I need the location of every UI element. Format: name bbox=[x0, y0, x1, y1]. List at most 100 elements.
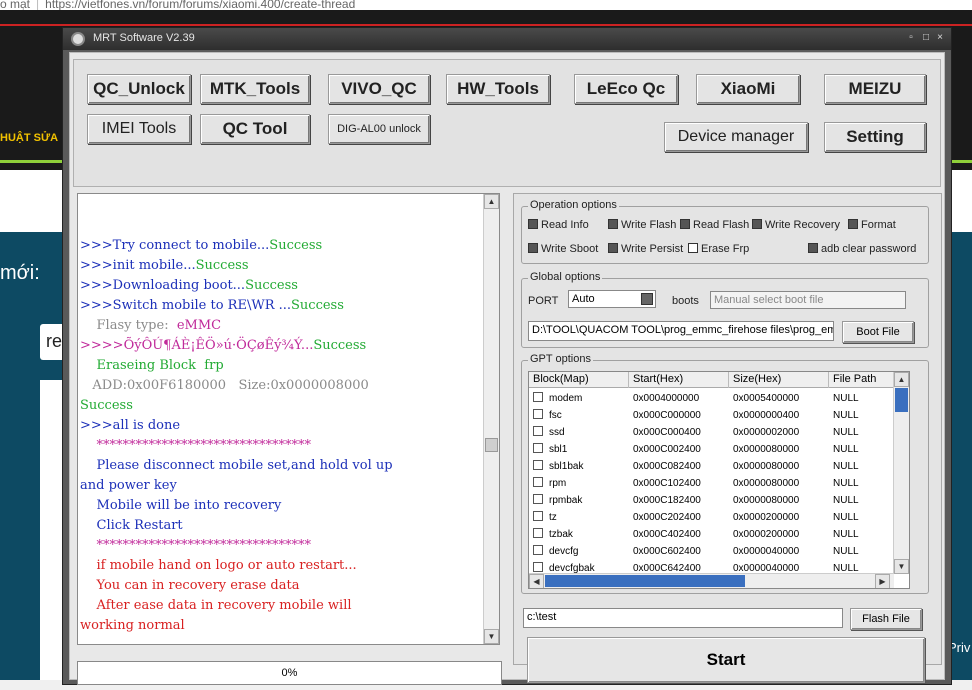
global-options-group: Global options PORT Auto boots Manual se… bbox=[521, 271, 929, 348]
boots-label: boots bbox=[672, 295, 699, 307]
log-line: ********************************* bbox=[80, 538, 312, 553]
start-button[interactable]: Start bbox=[527, 637, 925, 683]
col-filepath[interactable]: File Path bbox=[829, 372, 899, 388]
format-checkbox[interactable]: Format bbox=[848, 219, 896, 231]
log-line: After ease data in recovery mobile will bbox=[80, 598, 352, 613]
write-persist-checkbox[interactable]: Write Persist bbox=[608, 243, 683, 255]
table-row[interactable]: fsc 0x000C000000 0x0000000400 NULL bbox=[529, 407, 894, 424]
log-line: Mobile will be into recovery bbox=[80, 498, 282, 513]
erase-frp-checkbox[interactable]: Erase Frp bbox=[688, 243, 749, 255]
leeco-qc-button[interactable]: LeEco Qc bbox=[574, 74, 678, 104]
boot-path-field[interactable]: D:\TOOL\QUACOM TOOL\prog_emmc_firehose f… bbox=[528, 321, 834, 341]
imei-tools-button[interactable]: IMEI Tools bbox=[87, 114, 191, 144]
flash-path-field[interactable]: c:\test bbox=[523, 608, 843, 628]
qc-unlock-button[interactable]: QC_Unlock bbox=[87, 74, 191, 104]
write-sboot-checkbox[interactable]: Write Sboot bbox=[528, 243, 598, 255]
table-row[interactable]: sbl1 0x000C002400 0x0000080000 NULL bbox=[529, 441, 894, 458]
table-row[interactable]: rpmbak 0x000C182400 0x0000080000 NULL bbox=[529, 492, 894, 509]
row-checkbox[interactable] bbox=[533, 392, 543, 402]
table-cell: sbl1 bbox=[533, 442, 567, 457]
scroll-up-icon[interactable]: ▲ bbox=[484, 194, 499, 209]
write-flash-checkbox[interactable]: Write Flash bbox=[608, 219, 676, 231]
row-checkbox[interactable] bbox=[533, 545, 543, 555]
log-output-panel[interactable]: >>>Try connect to mobile...Success >>>ini… bbox=[77, 193, 500, 645]
adb-clear-password-checkbox[interactable]: adb clear password bbox=[808, 243, 916, 255]
scroll-left-icon[interactable]: ◀ bbox=[529, 574, 544, 588]
flash-file-button[interactable]: Flash File bbox=[850, 608, 922, 630]
row-checkbox[interactable] bbox=[533, 511, 543, 521]
table-cell: rpm bbox=[533, 476, 566, 491]
table-cell: 0x000C000400 bbox=[633, 427, 701, 438]
table-cell: 0x0000200000 bbox=[733, 512, 800, 523]
table-row[interactable]: devcfg 0x000C602400 0x0000040000 NULL bbox=[529, 543, 894, 560]
maximize-icon[interactable]: □ bbox=[920, 32, 932, 44]
setting-button[interactable]: Setting bbox=[824, 122, 926, 152]
table-row[interactable]: rpm 0x000C102400 0x0000080000 NULL bbox=[529, 475, 894, 492]
meizu-button[interactable]: MEIZU bbox=[824, 74, 926, 104]
log-line: >>>Switch mobile to RE\WR ...Success bbox=[80, 298, 344, 313]
mtk-tools-button[interactable]: MTK_Tools bbox=[200, 74, 310, 104]
table-cell: devcfg bbox=[533, 544, 578, 559]
row-checkbox[interactable] bbox=[533, 443, 543, 453]
device-manager-button[interactable]: Device manager bbox=[664, 122, 808, 152]
table-cell: 0x0005400000 bbox=[733, 393, 800, 404]
boot-file-button[interactable]: Boot File bbox=[842, 321, 914, 343]
site-menu-fragment[interactable]: HUẬT SỬA bbox=[0, 132, 58, 144]
row-checkbox[interactable] bbox=[533, 460, 543, 470]
gpt-hscroll-thumb[interactable] bbox=[545, 575, 745, 587]
window-client-area: QC_Unlock MTK_Tools VIVO_QC HW_Tools LeE… bbox=[69, 52, 945, 685]
close-icon[interactable]: × bbox=[934, 32, 946, 44]
log-line: ********************************* bbox=[80, 438, 312, 453]
table-row[interactable]: sbl1bak 0x000C082400 0x0000080000 NULL bbox=[529, 458, 894, 475]
col-block[interactable]: Block(Map) bbox=[529, 372, 629, 388]
vivo-qc-button[interactable]: VIVO_QC bbox=[328, 74, 430, 104]
table-row[interactable]: modem 0x0004000000 0x0005400000 NULL bbox=[529, 390, 894, 407]
row-checkbox[interactable] bbox=[533, 494, 543, 504]
row-checkbox[interactable] bbox=[533, 426, 543, 436]
read-flash-checkbox[interactable]: Read Flash bbox=[680, 219, 749, 231]
dropdown-icon[interactable] bbox=[641, 293, 653, 305]
gpt-table[interactable]: Block(Map) Start(Hex) Size(Hex) File Pat… bbox=[528, 371, 910, 589]
log-scroll-thumb[interactable] bbox=[485, 438, 498, 452]
gpt-scroll-thumb[interactable] bbox=[895, 388, 908, 412]
scroll-right-icon[interactable]: ▶ bbox=[875, 574, 890, 588]
xiaomi-button[interactable]: XiaoMi bbox=[696, 74, 800, 104]
row-checkbox[interactable] bbox=[533, 409, 543, 419]
row-checkbox[interactable] bbox=[533, 528, 543, 538]
col-start[interactable]: Start(Hex) bbox=[629, 372, 729, 388]
scroll-down-icon[interactable]: ▼ bbox=[484, 629, 499, 644]
browser-url-bar[interactable]: o mạt | https://vietfones.vn/forum/forums/… bbox=[0, 0, 972, 10]
table-row[interactable]: tz 0x000C202400 0x0000200000 NULL bbox=[529, 509, 894, 526]
table-row[interactable]: tzbak 0x000C402400 0x0000200000 NULL bbox=[529, 526, 894, 543]
window-titlebar[interactable]: MRT Software V2.39 ▫ □ × bbox=[63, 28, 951, 50]
gpt-horizontal-scrollbar[interactable]: ◀ ▶ bbox=[529, 573, 894, 588]
col-size[interactable]: Size(Hex) bbox=[729, 372, 829, 388]
table-cell: NULL bbox=[833, 495, 859, 506]
gpt-vertical-scrollbar[interactable]: ▲ ▼ bbox=[893, 372, 909, 574]
url-text[interactable]: https://vietfones.vn/forum/forums/xiaomi… bbox=[45, 0, 355, 10]
table-cell: NULL bbox=[833, 444, 859, 455]
log-line: Flasy type: eMMC bbox=[80, 318, 222, 333]
port-select[interactable]: Auto bbox=[568, 290, 656, 308]
hw-tools-button[interactable]: HW_Tools bbox=[446, 74, 550, 104]
table-cell: 0x000C402400 bbox=[633, 529, 701, 540]
write-recovery-checkbox[interactable]: Write Recovery bbox=[752, 219, 840, 231]
row-checkbox[interactable] bbox=[533, 562, 543, 572]
log-scrollbar[interactable]: ▲ ▼ bbox=[483, 194, 499, 644]
read-info-checkbox[interactable]: Read Info bbox=[528, 219, 589, 231]
qc-tool-button[interactable]: QC Tool bbox=[200, 114, 310, 144]
table-cell: 0x0000080000 bbox=[733, 461, 800, 472]
table-cell: NULL bbox=[833, 512, 859, 523]
boot-file-select[interactable]: Manual select boot file bbox=[710, 291, 906, 309]
minimize-icon[interactable]: ▫ bbox=[905, 32, 917, 44]
operation-options-group: Operation options Read Info Write Flash … bbox=[521, 199, 929, 264]
table-cell: 0x0000200000 bbox=[733, 529, 800, 540]
table-row[interactable]: ssd 0x000C000400 0x0000002000 NULL bbox=[529, 424, 894, 441]
dig-al00-unlock-button[interactable]: DIG-AL00 unlock bbox=[328, 114, 430, 144]
table-cell: 0x0004000000 bbox=[633, 393, 700, 404]
row-checkbox[interactable] bbox=[533, 477, 543, 487]
scroll-up-icon[interactable]: ▲ bbox=[894, 372, 909, 387]
page-title-fragment: mới: bbox=[0, 262, 40, 284]
log-line: Click Restart bbox=[80, 518, 183, 533]
scroll-down-icon[interactable]: ▼ bbox=[894, 559, 909, 574]
